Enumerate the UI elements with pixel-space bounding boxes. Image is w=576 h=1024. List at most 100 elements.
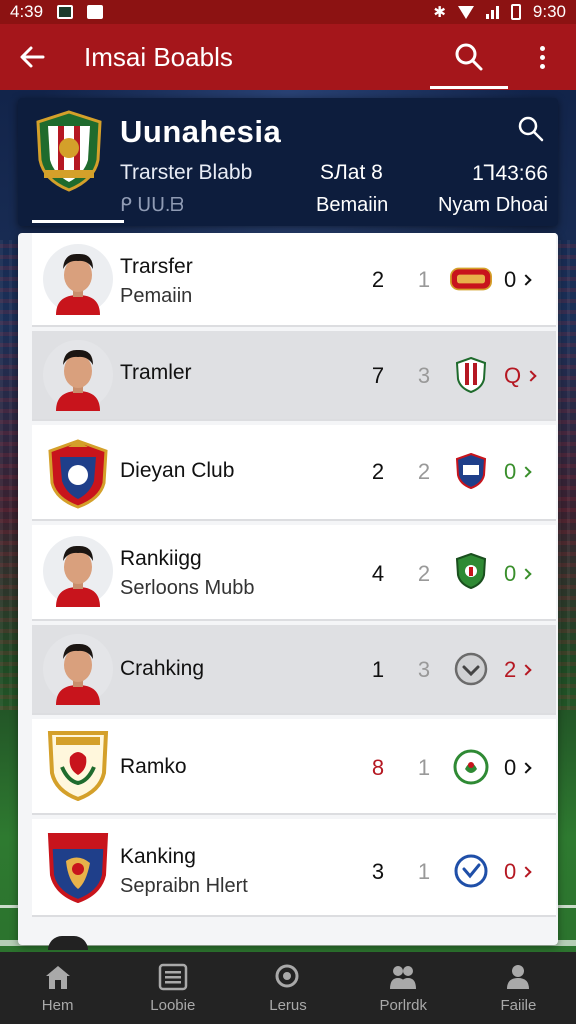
list-item[interactable]: Rankiigg Serloons Mubb 4 2 0: [32, 525, 556, 621]
club-header-card: Uunahesia Trarster Blabb ᑭ ᑌᑌ.ᗷ SЛat 8 B…: [18, 98, 558, 226]
row-name: Rankiigg: [120, 547, 202, 570]
row-stat-1: 2: [371, 459, 385, 484]
app-title: Imsai Boabls: [84, 41, 233, 72]
profile-icon: [507, 964, 530, 989]
player-avatar: [42, 535, 114, 607]
nav-profile-label: Faiile: [500, 996, 537, 1014]
row-score[interactable]: 0: [504, 267, 546, 293]
search-icon: [455, 43, 483, 71]
row-name: Crahking: [120, 657, 205, 680]
status-bar: 4:39 ✱ 9:30: [0, 0, 576, 24]
row-score[interactable]: 2: [504, 657, 546, 683]
more-vert-icon[interactable]: [520, 24, 564, 90]
header-caption: ᑭ ᑌᑌ.ᗷ: [120, 195, 185, 216]
row-subtitle: Pemaiin: [120, 285, 193, 307]
row-stat-2: 3: [417, 363, 431, 388]
nav-people[interactable]: Porlrdk: [346, 952, 461, 1024]
row-score-value: 0: [504, 561, 517, 586]
list-item[interactable]: Kanking Sepraibn Hlert 3 1 0: [32, 819, 556, 917]
player-avatar: [42, 633, 114, 705]
header-subtitle: Trarster Blabb: [120, 161, 253, 184]
back-button[interactable]: [0, 24, 64, 90]
chevron-right-icon: [520, 274, 532, 286]
row-score-value: 0: [504, 459, 517, 484]
club-title: Uunahesia: [120, 114, 282, 149]
row-stat-2: 2: [417, 561, 431, 586]
row-score-value: 2: [504, 657, 517, 682]
list-icon: [158, 963, 188, 990]
row-score[interactable]: Q: [504, 363, 546, 389]
home-icon: [45, 965, 70, 989]
message-notification-icon: [87, 5, 104, 19]
list-item[interactable]: Dieyan Club 2 2 0: [32, 425, 556, 521]
nav-list-label: Loobie: [150, 996, 196, 1014]
club-avatar: [42, 437, 114, 509]
wifi-icon: [457, 5, 474, 19]
green-shield-icon: [450, 553, 492, 589]
header-search-icon[interactable]: [516, 114, 546, 144]
list-item[interactable]: Crahking 1 3 2: [32, 625, 556, 715]
ranking-list: Trarsfer Pemaiin 2 1 0 Tramler 7 3 Q Die…: [18, 233, 558, 945]
nav-home[interactable]: Hem: [0, 952, 115, 1024]
row-score[interactable]: 0: [504, 561, 546, 587]
row-score-value: 0: [504, 859, 517, 884]
row-score[interactable]: 0: [504, 859, 546, 885]
people-icon: [390, 965, 417, 989]
club-crest-icon: [450, 357, 492, 393]
header-tab-indicator: [32, 220, 124, 223]
row-score-value: Q: [504, 363, 522, 388]
row-stat-2: 1: [417, 859, 431, 884]
row-stat-2: 3: [417, 657, 431, 682]
chevron-right-icon: [520, 866, 532, 878]
oval-badge-icon: [450, 261, 492, 297]
status-time: 4:39: [10, 2, 44, 21]
app-bar: Imsai Boabls: [0, 24, 576, 90]
search-icon: [275, 964, 299, 987]
nav-people-label: Porlrdk: [379, 996, 427, 1014]
header-time: 1Ꞁ43:66: [472, 162, 548, 185]
nav-search-label: Lerus: [269, 996, 307, 1014]
player-avatar: [42, 339, 114, 411]
shield-crest-icon: [450, 453, 492, 489]
row-subtitle: Serloons Mubb: [120, 577, 255, 599]
row-name: Dieyan Club: [120, 459, 235, 482]
club-avatar: [42, 729, 114, 801]
row-stat-1: 1: [371, 657, 385, 682]
search-tab-indicator: [430, 86, 508, 89]
next-row-avatar-peek: [48, 936, 88, 950]
battery-icon: [510, 4, 521, 20]
status-clock: 9:30: [532, 2, 566, 21]
row-stat-1: 2: [371, 267, 385, 292]
bluetooth-icon: ✱: [433, 4, 446, 21]
chevron-right-icon: [520, 664, 532, 676]
row-name: Kanking: [120, 845, 196, 868]
chevron-right-icon: [525, 370, 537, 382]
bottom-navigation: Hem Loobie Lerus Porlrdk Faiile: [0, 952, 576, 1024]
nav-home-label: Hem: [41, 996, 74, 1014]
row-score[interactable]: 0: [504, 755, 546, 781]
blue-check-circle-icon: [450, 853, 492, 889]
green-round-crest-icon: [450, 749, 492, 785]
back-arrow-icon: [20, 46, 45, 68]
header-location: Nyam Dhoai: [437, 194, 548, 216]
list-item[interactable]: Ramko 8 1 0: [32, 719, 556, 815]
header-stat-label: SЛat 8: [320, 161, 383, 184]
list-item[interactable]: Tramler 7 3 Q: [32, 331, 556, 421]
signal-icon: [485, 5, 499, 19]
nav-list[interactable]: Loobie: [115, 952, 230, 1024]
row-name: Ramko: [120, 755, 187, 778]
row-stat-1: 3: [371, 859, 385, 884]
list-item[interactable]: Trarsfer Pemaiin 2 1 0: [32, 233, 556, 327]
nav-search[interactable]: Lerus: [230, 952, 345, 1024]
row-score-value: 0: [504, 755, 517, 780]
check-circle-icon: [450, 651, 492, 687]
row-stat-2: 2: [417, 459, 431, 484]
row-stat-2: 1: [417, 755, 431, 780]
nav-profile[interactable]: Faiile: [461, 952, 576, 1024]
row-stat-1: 8: [371, 755, 385, 780]
header-stat-value: Bemaiin: [316, 194, 389, 216]
row-subtitle: Sepraibn Hlert: [120, 875, 248, 897]
row-stat-1: 4: [371, 561, 385, 586]
row-score[interactable]: 0: [504, 459, 546, 485]
search-button[interactable]: [430, 24, 508, 90]
